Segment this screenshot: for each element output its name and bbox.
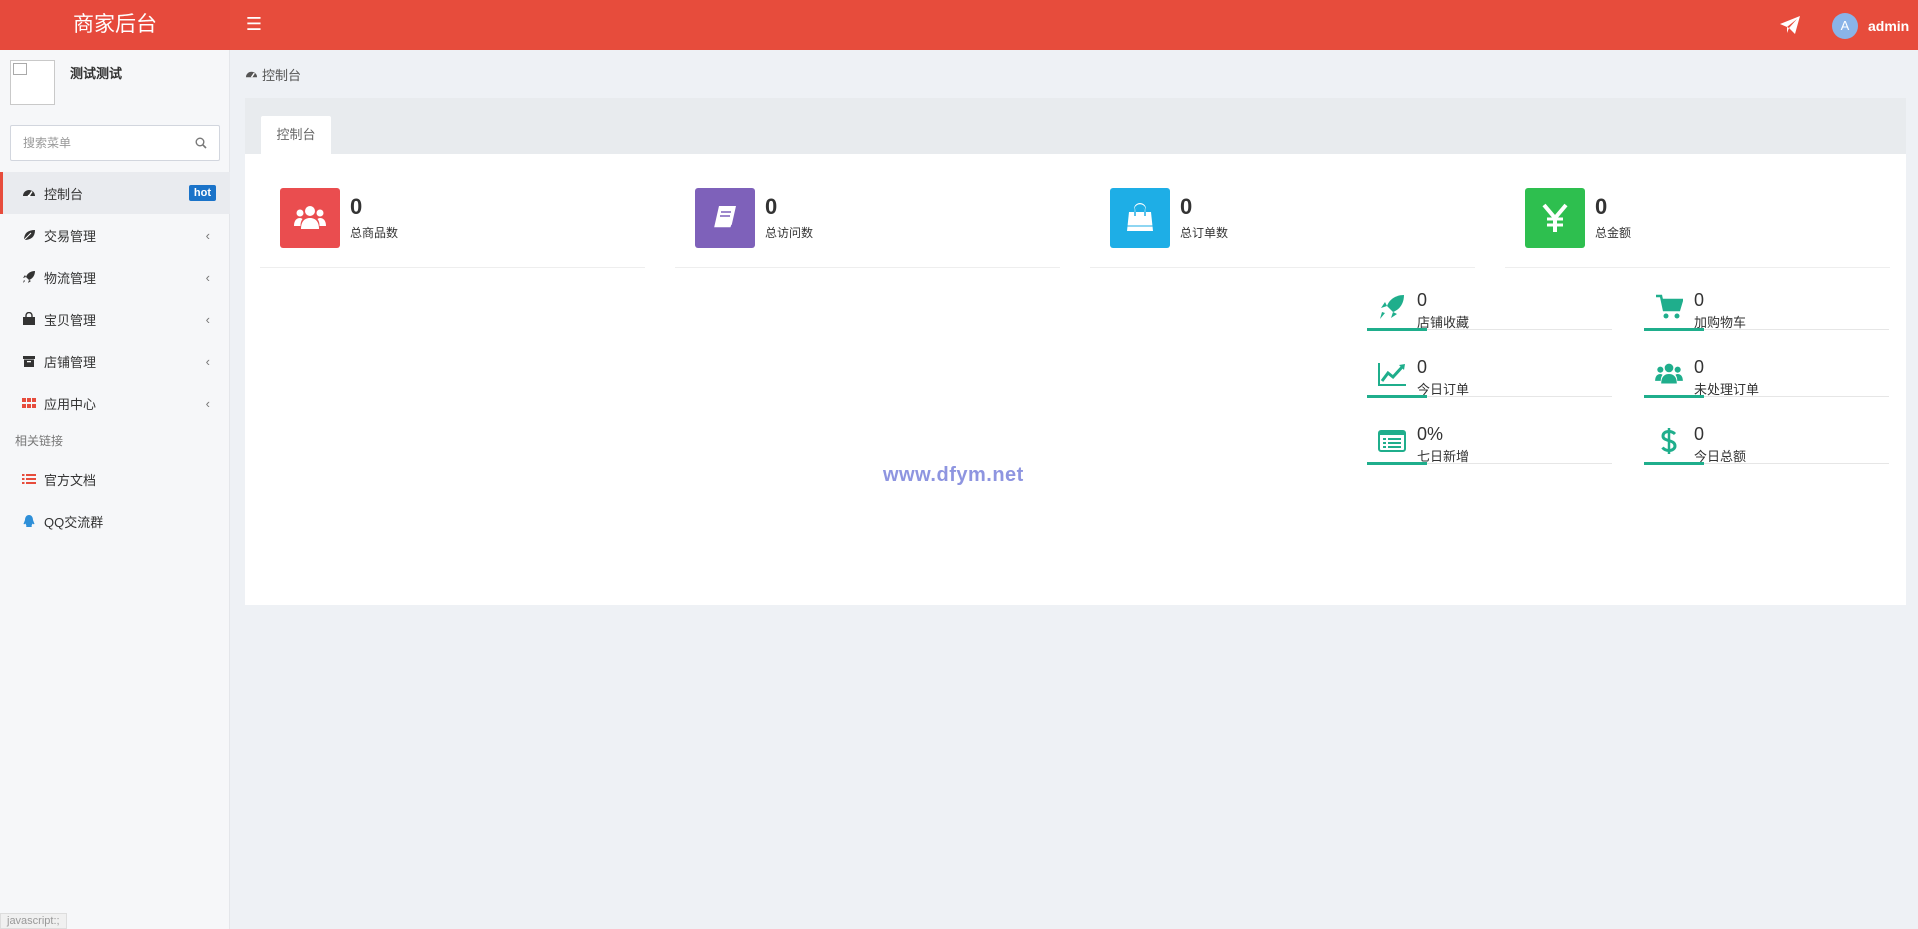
watermark-text: www.dfym.net	[883, 464, 1024, 486]
list-alt-icon	[1377, 426, 1407, 456]
mini-stat-value: 0	[1694, 357, 1705, 377]
dashboard-icon	[245, 71, 258, 78]
stat-label: 总金额	[1595, 226, 1632, 240]
stat-value: 0	[765, 194, 778, 219]
sidebar-link-docs[interactable]: 官方文档	[0, 458, 230, 500]
main-panel: 控制台 0 总商品数 0 总访问数 0 总订单数 0 总金额 0 店铺收藏 0 …	[245, 98, 1906, 605]
progress-accent	[1644, 395, 1704, 398]
rocket-icon	[1377, 292, 1407, 322]
chart-line-icon	[1377, 359, 1407, 389]
sidebar-item-label: 应用中心	[44, 396, 97, 412]
archive-icon	[22, 354, 36, 368]
stat-card-orders: 0 总订单数	[1090, 188, 1475, 268]
chevron-left-icon: ‹	[205, 354, 210, 369]
sidebar-menu: 控制台 hot 交易管理 ‹ 物流管理 ‹ 宝贝管理 ‹ 店铺管理 ‹ 应用中心…	[0, 172, 230, 542]
chevron-left-icon: ‹	[205, 228, 210, 243]
rocket-icon	[22, 270, 36, 284]
stat-value: 0	[1595, 194, 1608, 219]
stat-card-products: 0 总商品数	[260, 188, 645, 268]
links-header: 相关链接	[15, 434, 64, 448]
tab-dashboard[interactable]: 控制台	[261, 116, 331, 154]
progress-accent	[1644, 328, 1704, 331]
profile-name: 测试测试	[70, 66, 123, 81]
qq-icon	[22, 514, 36, 528]
search-input[interactable]	[11, 126, 181, 160]
leaf-icon	[22, 228, 36, 242]
chevron-left-icon: ‹	[205, 270, 210, 285]
book-icon	[695, 188, 755, 248]
chevron-left-icon: ‹	[205, 312, 210, 327]
mini-stat-pending-orders: 0 未处理订单	[1644, 351, 1889, 411]
user-menu[interactable]: A admin	[1832, 12, 1909, 40]
sidebar-item-trade[interactable]: 交易管理 ‹	[0, 214, 230, 256]
dashboard-icon	[22, 186, 36, 200]
stat-label: 总访问数	[765, 226, 814, 240]
progress-accent	[1367, 328, 1427, 331]
sidebar-item-products[interactable]: 宝贝管理 ‹	[0, 298, 230, 340]
mini-stat-cart: 0 加购物车	[1644, 284, 1889, 344]
sidebar-item-logistics[interactable]: 物流管理 ‹	[0, 256, 230, 298]
top-header: 商家后台 ☰ A admin	[0, 0, 1918, 50]
send-icon[interactable]	[1778, 13, 1802, 37]
sidebar: 测试测试 控制台 hot 交易管理 ‹ 物流管理 ‹	[0, 50, 230, 929]
breadcrumb: 控制台	[245, 65, 301, 84]
sidebar-item-label: 控制台	[44, 186, 84, 202]
profile-image	[10, 60, 55, 105]
mini-stat-value: 0	[1694, 424, 1705, 444]
tab-bar: 控制台	[245, 98, 1906, 154]
stat-card-amount: 0 总金额	[1505, 188, 1890, 268]
stat-value: 0	[350, 194, 363, 219]
mini-stat-weekly-new: 0% 七日新增	[1367, 418, 1612, 478]
status-bar-url: javascript:;	[0, 913, 67, 929]
bag-icon	[22, 312, 36, 326]
users-icon	[1654, 359, 1684, 389]
mini-stat-value: 0%	[1417, 424, 1444, 444]
grid-icon	[22, 396, 36, 410]
user-name: admin	[1868, 18, 1910, 34]
breadcrumb-label[interactable]: 控制台	[262, 65, 301, 84]
yen-icon	[1525, 188, 1585, 248]
sidebar-item-label: 官方文档	[44, 472, 97, 488]
sidebar-search	[10, 125, 220, 161]
progress-accent	[1367, 395, 1427, 398]
avatar: A	[1832, 13, 1858, 39]
progress-accent	[1367, 462, 1427, 465]
hot-badge: hot	[188, 185, 216, 201]
stat-label: 总订单数	[1180, 226, 1229, 240]
mini-stat-favorites: 0 店铺收藏	[1367, 284, 1612, 344]
sidebar-link-qq[interactable]: QQ交流群	[0, 500, 230, 542]
stat-card-visits: 0 总访问数	[675, 188, 1060, 268]
mini-stat-value: 0	[1417, 357, 1428, 377]
users-icon	[280, 188, 340, 248]
sidebar-item-apps[interactable]: 应用中心 ‹	[0, 382, 230, 424]
sidebar-item-shop[interactable]: 店铺管理 ‹	[0, 340, 230, 382]
cart-icon	[1654, 292, 1684, 322]
menu-toggle-icon[interactable]: ☰	[244, 14, 264, 34]
mini-stat-today-total: 0 今日总额	[1644, 418, 1889, 478]
sidebar-item-label: QQ交流群	[44, 514, 104, 530]
shopping-bag-icon	[1110, 188, 1170, 248]
list-icon	[22, 472, 36, 486]
sidebar-item-label: 店铺管理	[44, 354, 97, 370]
dollar-icon	[1654, 426, 1684, 456]
sidebar-item-label: 宝贝管理	[44, 312, 97, 328]
mini-stat-value: 0	[1417, 290, 1428, 310]
mini-stat-today-orders: 0 今日订单	[1367, 351, 1612, 411]
sidebar-item-label: 交易管理	[44, 228, 97, 244]
sidebar-item-label: 物流管理	[44, 270, 97, 286]
mini-stat-value: 0	[1694, 290, 1705, 310]
chevron-left-icon: ‹	[205, 396, 210, 411]
app-logo[interactable]: 商家后台	[0, 0, 230, 50]
stat-value: 0	[1180, 194, 1193, 219]
progress-accent	[1644, 462, 1704, 465]
stat-label: 总商品数	[350, 226, 399, 240]
search-icon[interactable]	[195, 137, 207, 149]
sidebar-item-dashboard[interactable]: 控制台 hot	[0, 172, 230, 214]
